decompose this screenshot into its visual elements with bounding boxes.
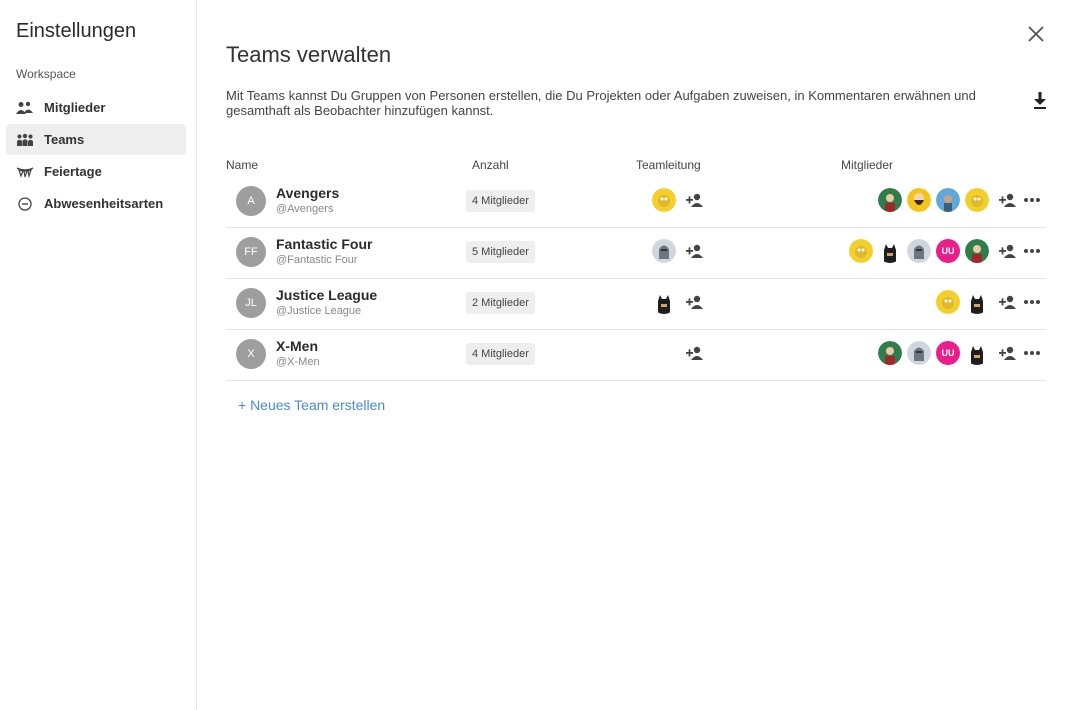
add-member-button[interactable]	[998, 243, 1018, 259]
garland-icon	[16, 165, 34, 179]
sidebar-item-label: Abwesenheitsarten	[44, 196, 164, 211]
more-icon	[1022, 345, 1042, 361]
team-icon	[16, 133, 34, 147]
add-lead-button[interactable]	[685, 294, 705, 310]
sidebar-item-label: Teams	[44, 132, 85, 147]
more-icon	[1022, 243, 1042, 259]
settings-sidebar: Einstellungen Workspace Mitglieder Teams…	[0, 0, 197, 710]
download-icon	[1034, 92, 1046, 109]
member-count-badge[interactable]: 5 Mitglieder	[466, 241, 535, 263]
team-handle: @Avengers	[276, 203, 334, 215]
avatar[interactable]	[878, 188, 902, 212]
add-member-button[interactable]	[998, 294, 1018, 310]
avatar[interactable]	[907, 239, 931, 263]
avatar[interactable]	[907, 341, 931, 365]
sidebar-title: Einstellungen	[16, 20, 137, 42]
column-header-lead: Teamleitung	[636, 158, 701, 172]
column-header-name: Name	[226, 158, 259, 172]
avatar[interactable]	[652, 239, 676, 263]
people-icon	[16, 101, 34, 115]
teams-panel: Teams verwalten Mit Teams kannst Du Grup…	[226, 0, 1048, 710]
sidebar-item-label: Mitglieder	[44, 100, 106, 115]
sidebar-item-abwesenheitsarten[interactable]: Abwesenheitsarten	[6, 188, 186, 219]
team-handle: @Justice League	[276, 305, 362, 317]
avatar[interactable]	[965, 341, 989, 365]
avatar[interactable]	[652, 290, 676, 314]
avatar[interactable]	[965, 290, 989, 314]
team-row-fantastic-four[interactable]: FF Fantastic Four @Fantastic Four 5 Mitg…	[226, 228, 1046, 279]
add-lead-button[interactable]	[685, 345, 705, 361]
team-avatar: A	[236, 186, 266, 216]
more-options-button[interactable]	[1022, 192, 1042, 208]
page-title: Teams verwalten	[226, 42, 392, 67]
column-header-members: Mitglieder	[841, 158, 894, 172]
add-person-icon	[685, 243, 705, 259]
add-lead-button[interactable]	[685, 243, 705, 259]
team-lead-list	[652, 341, 705, 365]
avatar[interactable]	[652, 188, 676, 212]
sidebar-nav: Mitglieder Teams Feiertage Abwesenheitsa…	[6, 92, 186, 220]
member-list	[936, 290, 1046, 314]
team-row-justice-league[interactable]: JL Justice League @Justice League 2 Mitg…	[226, 279, 1046, 330]
team-name[interactable]: X-Men	[276, 338, 318, 354]
new-team-link[interactable]: + Neues Team erstellen	[238, 397, 385, 413]
add-person-icon	[998, 294, 1018, 310]
team-lead-list	[652, 290, 705, 314]
add-person-icon	[998, 345, 1018, 361]
avatar[interactable]	[878, 239, 902, 263]
more-options-button[interactable]	[1022, 294, 1042, 310]
sidebar-section-label: Workspace	[16, 67, 76, 81]
team-name[interactable]: Avengers	[276, 185, 339, 201]
add-member-button[interactable]	[998, 345, 1018, 361]
add-person-icon	[998, 243, 1018, 259]
more-options-button[interactable]	[1022, 345, 1042, 361]
team-row-avengers[interactable]: A Avengers @Avengers 4 Mitglieder	[226, 177, 1046, 228]
team-handle: @X-Men	[276, 356, 320, 368]
team-lead-list	[652, 188, 705, 212]
team-name[interactable]: Fantastic Four	[276, 236, 372, 252]
member-list: UU	[849, 239, 1046, 263]
avatar[interactable]	[965, 239, 989, 263]
team-avatar: X	[236, 339, 266, 369]
member-count-badge[interactable]: 4 Mitglieder	[466, 343, 535, 365]
team-avatar: JL	[236, 288, 266, 318]
add-person-icon	[998, 192, 1018, 208]
avatar[interactable]	[936, 188, 960, 212]
more-options-button[interactable]	[1022, 243, 1042, 259]
avatar[interactable]	[907, 188, 931, 212]
avatar[interactable]	[936, 290, 960, 314]
add-person-icon	[685, 294, 705, 310]
member-list	[878, 188, 1046, 212]
avatar[interactable]	[965, 188, 989, 212]
more-icon	[1022, 294, 1042, 310]
team-handle: @Fantastic Four	[276, 254, 358, 266]
member-count-badge[interactable]: 4 Mitglieder	[466, 190, 535, 212]
sidebar-item-mitglieder[interactable]: Mitglieder	[6, 92, 186, 123]
minus-circle-icon	[16, 196, 34, 211]
add-person-icon	[685, 345, 705, 361]
team-name[interactable]: Justice League	[276, 287, 377, 303]
member-count-badge[interactable]: 2 Mitglieder	[466, 292, 535, 314]
team-avatar: FF	[236, 237, 266, 267]
sidebar-item-feiertage[interactable]: Feiertage	[6, 156, 186, 187]
page-description: Mit Teams kannst Du Gruppen von Personen…	[226, 88, 976, 118]
member-list: UU	[878, 341, 1046, 365]
avatar[interactable]: UU	[936, 341, 960, 365]
sidebar-item-teams[interactable]: Teams	[6, 124, 186, 155]
add-lead-button[interactable]	[685, 192, 705, 208]
avatar[interactable]: UU	[936, 239, 960, 263]
team-lead-list	[652, 239, 705, 263]
avatar[interactable]	[849, 239, 873, 263]
team-row-x-men[interactable]: X X-Men @X-Men 4 Mitglieder UU	[226, 330, 1046, 381]
download-button[interactable]	[1031, 90, 1049, 110]
more-icon	[1022, 192, 1042, 208]
add-member-button[interactable]	[998, 192, 1018, 208]
sidebar-item-label: Feiertage	[44, 164, 102, 179]
add-person-icon	[685, 192, 705, 208]
avatar[interactable]	[878, 341, 902, 365]
column-header-count: Anzahl	[472, 158, 509, 172]
